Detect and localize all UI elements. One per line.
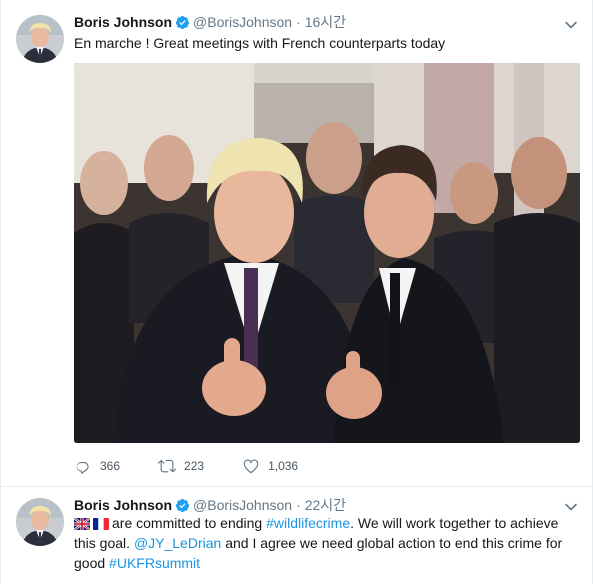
chevron-down-icon[interactable] xyxy=(564,500,578,514)
retweet-icon xyxy=(158,459,177,473)
avatar[interactable] xyxy=(16,498,64,546)
author-handle[interactable]: @BorisJohnson xyxy=(193,14,292,30)
verified-badge-icon xyxy=(175,498,190,512)
tweet-photo[interactable] xyxy=(74,63,580,443)
author-name[interactable]: Boris Johnson xyxy=(74,14,172,30)
uk-flag-icon xyxy=(74,518,90,530)
retweet-count: 223 xyxy=(184,459,205,473)
tweet-text-part: are committed to ending xyxy=(112,515,267,531)
heart-icon xyxy=(243,459,259,474)
hashtag-link[interactable]: #UKFRsummit xyxy=(109,555,200,571)
tweet-header: Boris Johnson @BorisJohnson · 22시간 xyxy=(74,496,346,514)
retweet-button[interactable]: 223 xyxy=(158,457,204,475)
like-count: 1,036 xyxy=(268,459,299,473)
chevron-down-icon[interactable] xyxy=(564,18,578,32)
like-button[interactable]: 1,036 xyxy=(242,457,298,475)
tweet-text: En marche ! Great meetings with French c… xyxy=(74,35,446,51)
timestamp[interactable]: 22시간 xyxy=(305,495,346,515)
reply-count: 366 xyxy=(100,459,121,473)
author-handle[interactable]: @BorisJohnson xyxy=(193,497,292,513)
tweet[interactable]: Boris Johnson @BorisJohnson · 22시간 are c… xyxy=(1,487,592,584)
mention-link[interactable]: @JY_LeDrian xyxy=(134,535,221,551)
timeline: Boris Johnson @BorisJohnson · 16시간 En ma… xyxy=(0,0,593,584)
tweet-text: are committed to ending #wildlifecrime. … xyxy=(74,513,579,573)
hashtag-link[interactable]: #wildlifecrime xyxy=(266,515,350,531)
france-flag-icon xyxy=(93,518,109,530)
timestamp[interactable]: 16시간 xyxy=(305,12,346,32)
avatar[interactable] xyxy=(16,15,64,63)
author-name[interactable]: Boris Johnson xyxy=(74,497,172,513)
separator-dot: · xyxy=(296,497,301,513)
separator-dot: · xyxy=(296,14,301,30)
tweet-header: Boris Johnson @BorisJohnson · 16시간 xyxy=(74,13,346,31)
reply-icon xyxy=(76,462,89,474)
flag-emojis xyxy=(74,518,109,530)
tweet[interactable]: Boris Johnson @BorisJohnson · 16시간 En ma… xyxy=(1,0,592,487)
tweet-actions: 366 223 1,036 xyxy=(74,456,336,476)
reply-button[interactable]: 366 xyxy=(74,457,120,475)
verified-badge-icon xyxy=(175,15,190,29)
